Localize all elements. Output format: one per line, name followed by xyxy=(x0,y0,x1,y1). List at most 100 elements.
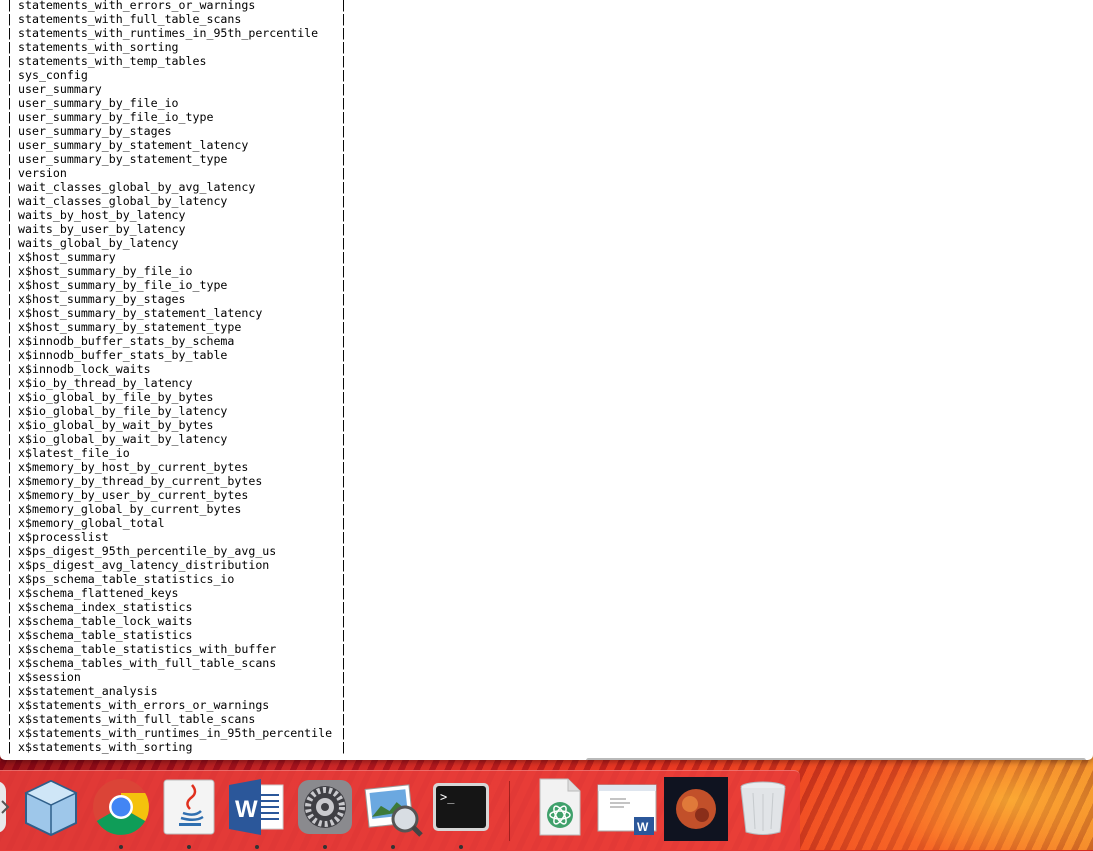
table-border-left: | xyxy=(6,614,13,628)
table-border-left: | xyxy=(6,250,13,264)
table-border-right: | xyxy=(340,684,347,698)
table-border-right: | xyxy=(340,0,347,12)
table-cell: version xyxy=(18,166,67,180)
dock-item-terminal[interactable]: >_ xyxy=(431,777,491,849)
table-border-right: | xyxy=(340,12,347,26)
table-cell: x$statements_with_errors_or_warnings xyxy=(18,698,270,712)
table-border-right: | xyxy=(340,614,347,628)
table-cell: x$schema_index_statistics xyxy=(18,600,193,614)
table-border-left: | xyxy=(6,180,13,194)
table-border-right: | xyxy=(340,68,347,82)
table-border-right: | xyxy=(340,642,347,656)
table-border-right: | xyxy=(340,264,347,278)
table-border-left: | xyxy=(6,488,13,502)
table-border-left: | xyxy=(6,68,13,82)
table-cell: wait_classes_global_by_latency xyxy=(18,194,228,208)
table-border-left: | xyxy=(6,544,13,558)
table-cell: user_summary_by_file_io xyxy=(18,96,179,110)
table-cell: statements_with_full_table_scans xyxy=(18,12,242,26)
dock-separator xyxy=(509,781,510,841)
table-cell: x$host_summary_by_file_io_type xyxy=(18,278,228,292)
table-cell: x$statements_with_full_table_scans xyxy=(18,712,256,726)
word-doc-icon: W xyxy=(597,784,657,835)
dock-item-word-document[interactable]: W xyxy=(596,777,657,837)
table-border-left: | xyxy=(6,698,13,712)
table-border-left: | xyxy=(6,586,13,600)
dock-item-trash[interactable] xyxy=(733,777,793,837)
table-cell: waits_by_host_by_latency xyxy=(18,208,186,222)
table-border-right: | xyxy=(340,712,347,726)
table-border-right: | xyxy=(340,348,347,362)
table-border-left: | xyxy=(6,362,13,376)
table-border-left: | xyxy=(6,0,13,12)
table-border-right: | xyxy=(340,558,347,572)
table-border-left: | xyxy=(6,572,13,586)
table-border-left: | xyxy=(6,54,13,68)
table-cell: x$statements_with_runtimes_in_95th_perce… xyxy=(18,726,333,740)
table-cell: x$schema_table_statistics_with_buffer xyxy=(18,642,277,656)
table-border-left: | xyxy=(6,348,13,362)
dock-item-chrome[interactable] xyxy=(91,777,151,849)
table-border-right: | xyxy=(340,474,347,488)
dock-item-system-preferences[interactable] xyxy=(295,777,355,849)
table-border-right: | xyxy=(340,166,347,180)
table-border-left: | xyxy=(6,558,13,572)
table-border-right: | xyxy=(340,418,347,432)
table-cell: user_summary_by_file_io_type xyxy=(18,110,214,124)
table-border-right: | xyxy=(340,572,347,586)
word-icon: W xyxy=(229,779,284,835)
horizontal-scrollbar[interactable] xyxy=(586,758,1086,760)
table-cell: x$ps_digest_95th_percentile_by_avg_us xyxy=(18,544,277,558)
table-border-left: | xyxy=(6,418,13,432)
dock-item-finder[interactable] xyxy=(0,777,10,837)
table-cell: x$statement_analysis xyxy=(18,684,158,698)
dock-item-virtualbox[interactable] xyxy=(20,777,80,837)
table-cell: x$ps_digest_avg_latency_distribution xyxy=(18,558,270,572)
virtualbox-cube-icon xyxy=(24,779,78,837)
table-border-left: | xyxy=(6,390,13,404)
table-cell: statements_with_sorting xyxy=(18,40,179,54)
dock-item-word[interactable]: W xyxy=(227,777,287,849)
dock-item-java[interactable] xyxy=(159,777,219,849)
table-cell: x$io_global_by_file_by_latency xyxy=(18,404,228,418)
dock-item-preview[interactable] xyxy=(363,777,423,849)
table-border-left: | xyxy=(6,124,13,138)
table-border-right: | xyxy=(340,82,347,96)
table-cell: sys_config xyxy=(18,68,88,82)
table-cell: user_summary_by_statement_latency xyxy=(18,138,249,152)
table-border-right: | xyxy=(340,222,347,236)
table-border-right: | xyxy=(340,628,347,642)
table-cell: user_summary_by_statement_type xyxy=(18,152,228,166)
table-cell: x$memory_global_total xyxy=(18,516,165,530)
running-indicator xyxy=(391,845,395,849)
table-border-right: | xyxy=(340,110,347,124)
table-border-right: | xyxy=(340,376,347,390)
dock-item-atom-document[interactable] xyxy=(528,777,588,837)
table-border-right: | xyxy=(340,390,347,404)
table-border-right: | xyxy=(340,236,347,250)
table-border-right: | xyxy=(340,432,347,446)
table-cell: x$host_summary_by_statement_latency xyxy=(18,306,263,320)
table-border-right: | xyxy=(340,516,347,530)
table-border-right: | xyxy=(340,278,347,292)
table-border-left: | xyxy=(6,642,13,656)
table-cell: x$innodb_buffer_stats_by_table xyxy=(18,348,228,362)
table-border-right: | xyxy=(340,138,347,152)
table-cell: x$statements_with_sorting xyxy=(18,740,193,754)
image-icon xyxy=(664,777,728,841)
table-cell: x$io_by_thread_by_latency xyxy=(18,376,193,390)
table-border-left: | xyxy=(6,222,13,236)
svg-text:W: W xyxy=(637,820,649,834)
table-cell: user_summary_by_stages xyxy=(18,124,172,138)
terminal-window[interactable]: | statements_with_errors_or_warnings | | sta… xyxy=(0,0,1093,760)
table-border-left: | xyxy=(6,474,13,488)
table-cell: x$io_global_by_file_by_bytes xyxy=(18,390,214,404)
dock-item-image[interactable] xyxy=(664,777,728,841)
running-indicator xyxy=(323,845,327,849)
table-border-left: | xyxy=(6,530,13,544)
table-border-right: | xyxy=(340,586,347,600)
table-border-right: | xyxy=(340,96,347,110)
table-border-left: | xyxy=(6,110,13,124)
running-indicator xyxy=(255,845,259,849)
table-border-left: | xyxy=(6,138,13,152)
